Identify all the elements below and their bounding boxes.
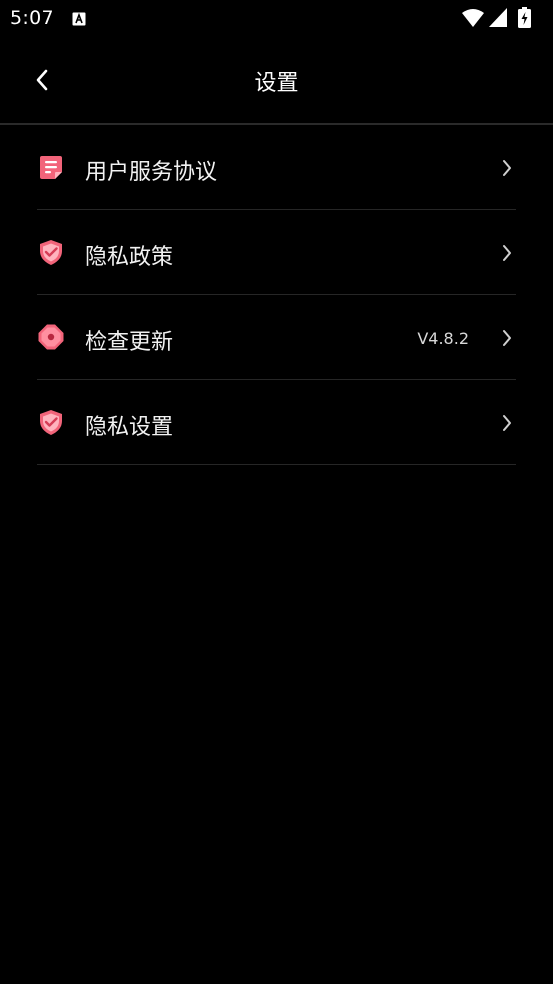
settings-item-privacy-settings[interactable]: 隐私设置 <box>0 380 553 465</box>
settings-item-label: 隐私设置 <box>85 415 174 440</box>
chevron-right-icon <box>501 243 513 263</box>
settings-item-privacy-policy[interactable]: 隐私政策 <box>0 210 553 295</box>
page-title: 设置 <box>254 71 299 96</box>
settings-item-check-update[interactable]: 检查更新 V4.8.2 <box>0 295 553 380</box>
status-time: 5:07 <box>10 7 54 29</box>
settings-item-label: 检查更新 <box>85 330 174 355</box>
chevron-right-icon <box>501 413 513 433</box>
settings-list: 用户服务协议 隐私政策 检查更新 V4.8.2 隐私设置 <box>0 125 553 465</box>
chevron-right-icon <box>501 328 513 348</box>
settings-item-label: 隐私政策 <box>85 245 174 270</box>
shield-check-icon <box>37 238 65 266</box>
settings-item-label: 用户服务协议 <box>85 160 218 185</box>
wifi-icon <box>462 8 484 27</box>
app-header: 设置 <box>0 36 553 124</box>
battery-charging-icon <box>518 7 531 28</box>
chevron-right-icon <box>501 158 513 178</box>
settings-item-user-agreement[interactable]: 用户服务协议 <box>0 125 553 210</box>
document-icon <box>37 153 65 181</box>
a-icon <box>72 11 86 26</box>
divider <box>37 464 516 465</box>
signal-icon <box>489 8 507 27</box>
update-badge-icon <box>37 323 65 351</box>
shield-check-icon <box>37 408 65 436</box>
version-label: V4.8.2 <box>417 329 469 348</box>
status-bar: 5:07 <box>0 0 553 36</box>
